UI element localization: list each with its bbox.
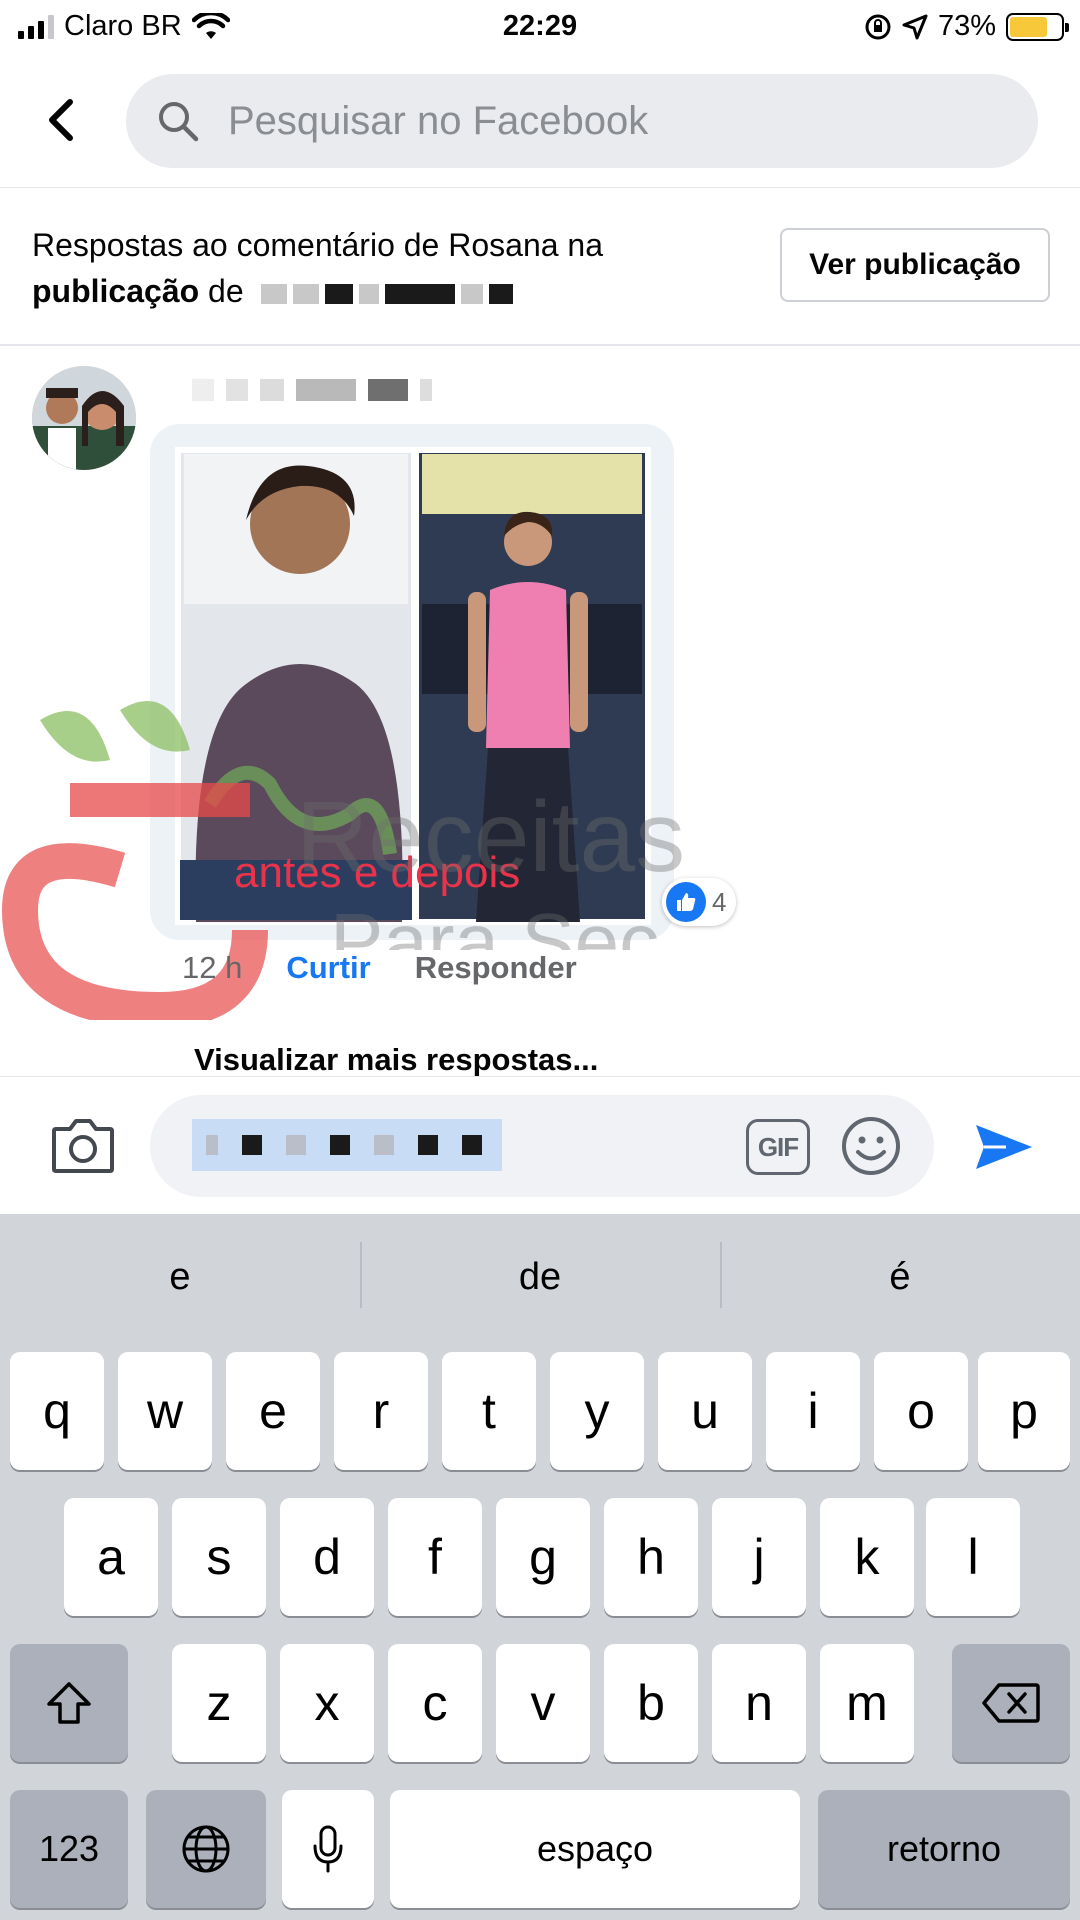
comment-actions: 12 h Curtir Responder [182,950,577,986]
key-e[interactable]: e [226,1352,320,1470]
avatar-photo [32,366,136,470]
context-bold: publicação [32,273,200,309]
globe-icon [182,1825,230,1873]
key-a[interactable]: a [64,1498,158,1616]
status-right: 73% [864,10,1069,43]
search-bar[interactable] [126,74,1038,168]
shift-key[interactable] [10,1644,128,1762]
search-header [0,60,1080,188]
backspace-icon [982,1683,1040,1723]
key-w[interactable]: w [118,1352,212,1470]
emoji-icon[interactable] [840,1115,902,1177]
send-icon[interactable] [972,1119,1036,1175]
key-i[interactable]: i [766,1352,860,1470]
key-h[interactable]: h [604,1498,698,1616]
microphone-icon [313,1825,343,1873]
like-reaction-icon [666,882,706,922]
numbers-key[interactable]: 123 [10,1790,128,1908]
reaction-badge[interactable]: 4 [662,878,737,926]
dictation-key[interactable] [282,1790,374,1908]
avatar[interactable] [32,366,136,470]
search-icon [159,102,199,142]
key-v[interactable]: v [496,1644,590,1762]
battery-icon [1006,12,1069,41]
context-de: de [199,273,253,309]
battery-percent: 73% [937,10,996,42]
redacted-page-name [261,283,514,304]
shift-arrow-icon [47,1682,91,1724]
globe-key[interactable] [146,1790,266,1908]
key-j[interactable]: j [712,1498,806,1616]
key-k[interactable]: k [820,1498,914,1616]
suggestion-2[interactable]: de [360,1214,720,1340]
key-n[interactable]: n [712,1644,806,1762]
predictive-bar: e de é [0,1214,1080,1340]
key-f[interactable]: f [388,1498,482,1616]
space-key[interactable]: espaço [390,1790,800,1908]
key-d[interactable]: d [280,1498,374,1616]
view-post-button[interactable]: Ver publicação [780,228,1050,302]
gif-button[interactable]: GIF [746,1119,810,1175]
key-z[interactable]: z [172,1644,266,1762]
key-s[interactable]: s [172,1498,266,1616]
key-g[interactable]: g [496,1498,590,1616]
return-key[interactable]: retorno [818,1790,1070,1908]
key-b[interactable]: b [604,1644,698,1762]
key-t[interactable]: t [442,1352,536,1470]
suggestion-3[interactable]: é [720,1214,1080,1340]
comment-photo[interactable]: antes e depois [150,424,674,940]
redacted-typed-text [192,1119,502,1171]
redacted-author-name [192,378,432,402]
key-x[interactable]: x [280,1644,374,1762]
like-link[interactable]: Curtir [286,950,370,986]
search-input[interactable] [228,98,928,144]
context-line1: Respostas ao comentário de Rosana na [32,227,604,263]
key-o[interactable]: o [874,1352,968,1470]
orientation-lock-icon [865,14,891,39]
keyboard: e de é q w e r t y u i o p a s d f g h j… [0,1214,1080,1920]
comment-time: 12 h [182,950,243,985]
reply-composer: GIF [0,1076,1080,1214]
back-arrow-icon[interactable] [36,94,88,146]
key-u[interactable]: u [658,1352,752,1470]
context-text: Respostas ao comentário de Rosana na pub… [32,222,732,314]
status-bar: Claro BR 22:29 73% [0,0,1080,56]
key-y[interactable]: y [550,1352,644,1470]
reply-link[interactable]: Responder [415,950,577,986]
suggestion-1[interactable]: e [0,1214,360,1340]
key-r[interactable]: r [334,1352,428,1470]
location-icon [902,14,928,39]
delete-key[interactable] [952,1644,1070,1762]
key-p[interactable]: p [978,1352,1070,1470]
key-l[interactable]: l [926,1498,1020,1616]
battery-level [1010,16,1047,37]
camera-icon[interactable] [50,1115,116,1175]
key-q[interactable]: q [10,1352,104,1470]
comment-input[interactable]: GIF [150,1095,934,1197]
reply-context: Respostas ao comentário de Rosana na pub… [0,190,1080,346]
image-caption: antes e depois [234,848,521,897]
view-more-replies[interactable]: Visualizar mais respostas... [194,1042,598,1078]
key-c[interactable]: c [388,1644,482,1762]
reaction-count: 4 [712,886,727,917]
key-m[interactable]: m [820,1644,914,1762]
